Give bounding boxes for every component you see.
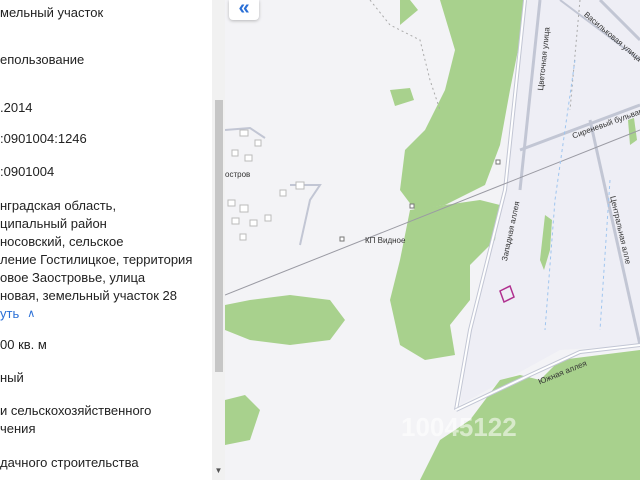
field-address-line-2: ципальный район — [0, 216, 107, 231]
field-permitted-use: дачного строительства — [0, 455, 139, 470]
field-land-category: мельный участок — [0, 5, 104, 20]
power-pole — [495, 159, 501, 165]
field-address-line-4: ление Гостилицкое, территория — [0, 252, 193, 267]
field-date: .2014 — [0, 100, 33, 115]
power-pole — [339, 236, 345, 242]
field-address-line-6: новая, земельный участок 28 — [0, 288, 177, 303]
field-land-use: епользование — [0, 52, 85, 67]
village-label-vidnoe: КП Видное — [365, 236, 406, 245]
scroll-down-arrow-icon[interactable]: ▼ — [213, 466, 224, 478]
field-address-line-1: нградская область, — [0, 198, 117, 213]
power-pole — [409, 203, 415, 209]
building — [239, 233, 247, 241]
double-chevron-left-icon: « — [238, 0, 250, 19]
field-cadastral-number: :0901004:1246 — [0, 131, 87, 146]
building — [264, 214, 272, 222]
field-category-line-2: чения — [0, 421, 36, 436]
field-category-line-1: и сельскохозяйственного — [0, 403, 152, 418]
map-view[interactable]: Васильковая улица Цветочная улица Сирене… — [225, 0, 640, 480]
building — [295, 181, 305, 190]
watermark-text: 10045122 — [401, 412, 517, 442]
village-label-ostrov: остров — [225, 170, 251, 179]
building — [239, 204, 249, 213]
building — [227, 199, 236, 207]
field-address-line-3: носовский, сельское — [0, 234, 124, 249]
map-canvas[interactable] — [225, 0, 640, 480]
scrollbar-thumb[interactable] — [215, 100, 223, 372]
building — [249, 219, 258, 227]
collapse-address-link[interactable]: уть ∧ — [0, 305, 35, 324]
building — [254, 139, 262, 147]
info-panel: мельный участок епользование .2014 :0901… — [0, 0, 225, 480]
collapse-panel-button[interactable]: « — [229, 0, 259, 20]
building — [231, 149, 239, 157]
building — [239, 129, 249, 137]
building — [279, 189, 287, 197]
building — [231, 217, 240, 225]
field-status: ный — [0, 370, 24, 385]
field-address-line-5: овое Заостровье, улица — [0, 270, 146, 285]
field-area: 00 кв. м — [0, 337, 47, 352]
building — [244, 154, 253, 162]
field-cadastral-quarter: :0901004 — [0, 164, 55, 179]
chevron-up-icon: ∧ — [27, 308, 36, 320]
